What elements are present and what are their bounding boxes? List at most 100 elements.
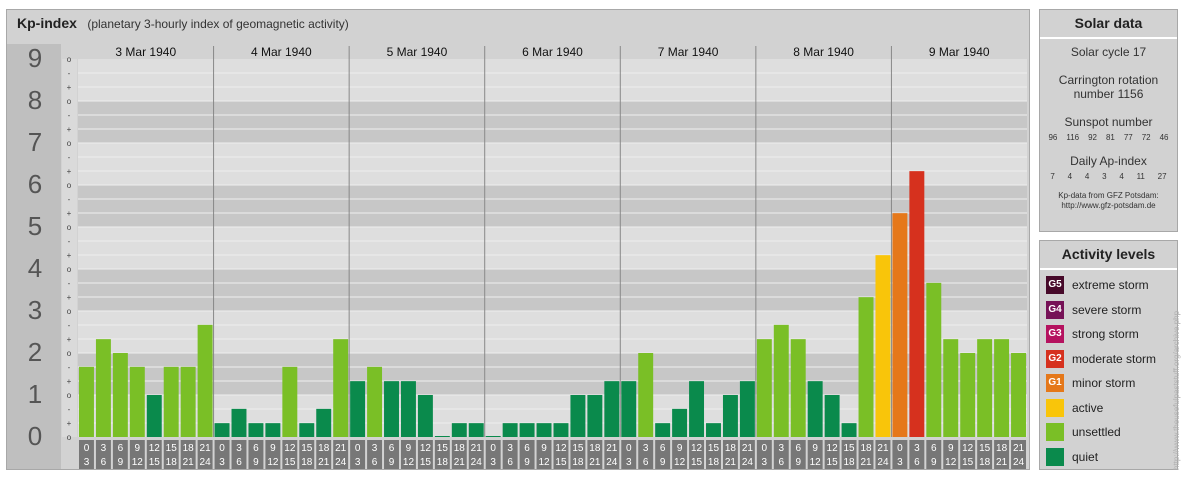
slot-end-label: 18	[572, 457, 584, 468]
activity-swatch	[1046, 423, 1064, 442]
kp-bar	[756, 339, 772, 437]
day-label: 5 Mar 1940	[387, 45, 448, 59]
slot-start-label: 15	[844, 443, 856, 454]
activity-level-0: G5 extreme storm	[1040, 273, 1177, 298]
kp-bar	[248, 423, 264, 437]
activity-swatch: G5	[1046, 276, 1064, 295]
slot-start-label: 15	[708, 443, 720, 454]
activity-level-6: unsettled	[1040, 420, 1177, 445]
sunspot-label: Sunspot number	[1064, 115, 1153, 129]
sunspot-value-4: 77	[1123, 133, 1133, 142]
kp-bar	[994, 339, 1010, 437]
slot-start-label: 18	[996, 443, 1008, 454]
activity-swatch: G1	[1046, 374, 1064, 393]
kp-bar	[943, 339, 959, 437]
activity-level-label: severe storm	[1072, 302, 1142, 317]
kp-bar	[282, 366, 298, 437]
slot-start-label: 0	[626, 443, 632, 454]
activity-swatch	[1046, 447, 1064, 466]
y-tick-label: 1	[28, 379, 42, 409]
kp-bar	[265, 423, 281, 437]
slot-start-label: 0	[762, 443, 768, 454]
minor-tick-label: -	[68, 111, 71, 120]
kp-bar	[689, 381, 705, 437]
ap-value-3: 3	[1102, 172, 1107, 181]
slot-start-label: 21	[471, 443, 483, 454]
activity-level-7: quiet	[1040, 445, 1177, 470]
minor-tick-label: +	[67, 125, 72, 134]
kp-bar	[790, 339, 806, 437]
slot-start-label: 9	[948, 443, 954, 454]
kp-bar	[553, 423, 569, 437]
slot-start-label: 21	[742, 443, 754, 454]
sunspot-value-5: 72	[1141, 133, 1151, 142]
kp-bar	[960, 353, 976, 437]
y-tick-label: 8	[28, 85, 42, 115]
slot-start-label: 12	[827, 443, 839, 454]
slot-start-label: 0	[490, 443, 496, 454]
ap-value-0: 7	[1050, 172, 1055, 181]
slot-start-label: 6	[524, 443, 530, 454]
minor-tick-label: -	[68, 237, 71, 246]
kp-bar	[638, 353, 654, 437]
chart-subtitle: (planetary 3-hourly index of geomagnetic…	[87, 17, 349, 31]
kp-bar	[197, 324, 213, 437]
minor-tick-label: -	[68, 363, 71, 372]
slot-end-label: 12	[674, 457, 686, 468]
minor-tick-label: +	[67, 83, 72, 92]
y-tick-label: 2	[28, 337, 42, 367]
ap-value-5: 11	[1136, 172, 1145, 181]
kp-bar	[655, 423, 671, 437]
slot-start-label: 3	[101, 443, 107, 454]
kp-bar	[417, 395, 433, 437]
sunspot-value-6: 46	[1159, 133, 1169, 142]
slot-start-label: 0	[897, 443, 903, 454]
y-tick-label: 5	[28, 211, 42, 241]
slot-end-label: 15	[555, 457, 567, 468]
sunspot-value-0: 96	[1048, 133, 1058, 142]
kp-bar	[79, 366, 94, 437]
slot-end-label: 21	[183, 457, 195, 468]
kp-bar	[706, 423, 721, 437]
slot-end-label: 24	[877, 457, 889, 468]
slot-end-label: 6	[507, 457, 513, 468]
source-url: http://www.gfz-potsdam.de	[1061, 201, 1156, 210]
activity-level-3: G2 moderate storm	[1040, 347, 1177, 372]
slot-start-label: 18	[454, 443, 466, 454]
activity-swatch	[1046, 398, 1064, 417]
activity-level-1: G4 severe storm	[1040, 298, 1177, 323]
source-note: Kp-data from GFZ Potsdam: http://www.gfz…	[1040, 191, 1177, 211]
kp-bar	[400, 381, 416, 437]
minor-tick-label: +	[67, 251, 72, 260]
slot-start-label: 21	[1013, 443, 1025, 454]
kp-bar	[485, 436, 501, 437]
day-label: 8 Mar 1940	[793, 45, 854, 59]
slot-start-label: 3	[507, 443, 513, 454]
slot-end-label: 9	[524, 457, 530, 468]
minor-tick-label: o	[67, 265, 72, 274]
ap-value-4: 4	[1119, 172, 1124, 181]
slot-start-label: 18	[725, 443, 737, 454]
slot-end-label: 9	[931, 457, 937, 468]
kp-bar	[892, 213, 908, 437]
slot-start-label: 3	[236, 443, 242, 454]
ap-value-6: 27	[1157, 172, 1167, 181]
slot-start-label: 12	[962, 443, 974, 454]
slot-start-label: 21	[606, 443, 618, 454]
activity-level-4: G1 minor storm	[1040, 371, 1177, 396]
minor-tick-label: o	[67, 391, 72, 400]
minor-tick-label: +	[67, 419, 72, 428]
slot-end-label: 18	[166, 457, 178, 468]
slot-end-label: 21	[318, 457, 330, 468]
slot-end-label: 24	[471, 457, 483, 468]
slot-start-label: 21	[335, 443, 347, 454]
slot-end-label: 3	[626, 457, 632, 468]
slot-end-label: 9	[389, 457, 395, 468]
slot-start-label: 12	[420, 443, 432, 454]
minor-tick-label: +	[67, 293, 72, 302]
slot-start-label: 6	[795, 443, 801, 454]
slot-end-label: 18	[979, 457, 991, 468]
slot-end-label: 12	[403, 457, 415, 468]
slot-start-label: 18	[589, 443, 601, 454]
slot-start-label: 9	[812, 443, 818, 454]
